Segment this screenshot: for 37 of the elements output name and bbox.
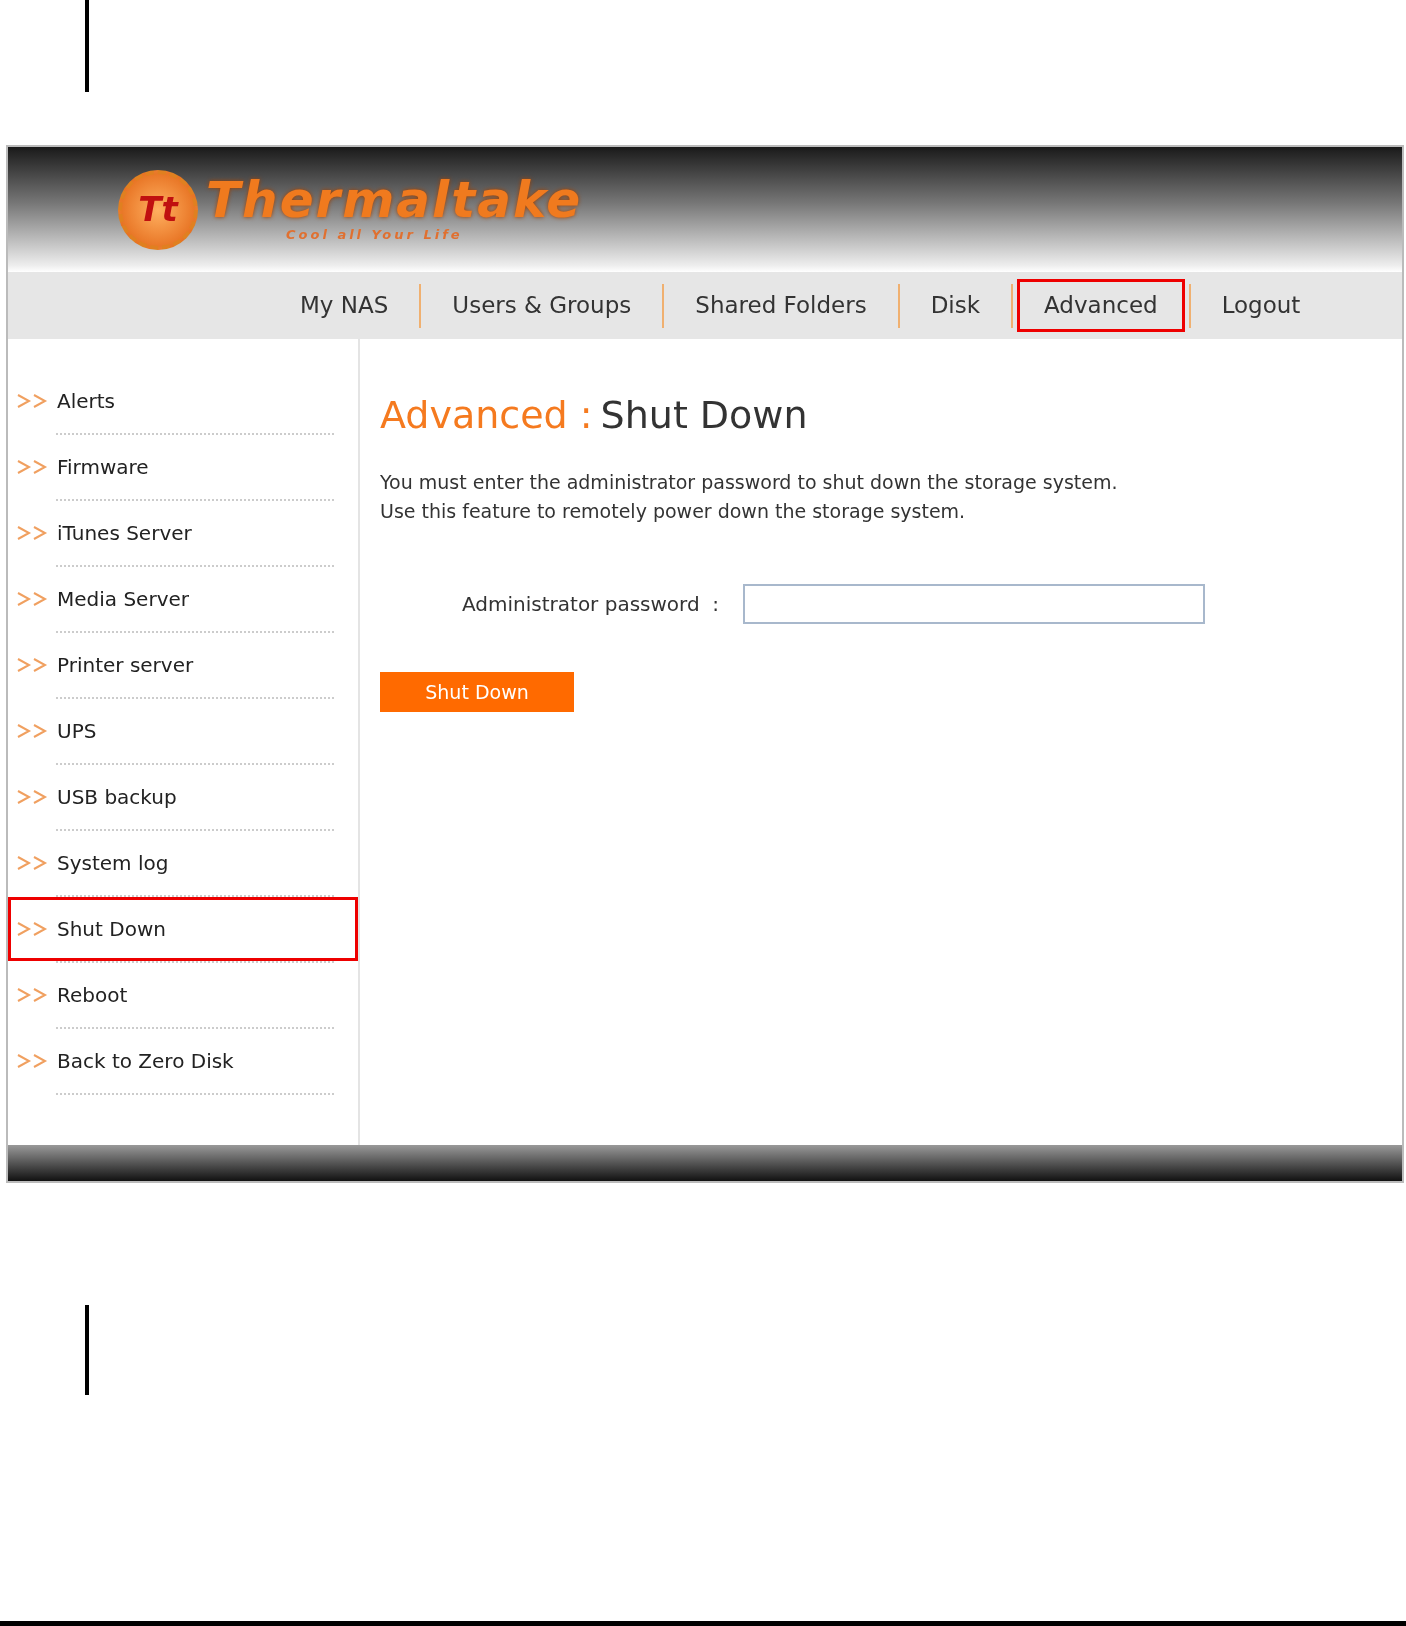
chevrons-icon	[17, 856, 49, 870]
password-field[interactable]	[743, 584, 1206, 624]
logo-mark: Tt	[118, 169, 198, 250]
chevrons-icon	[17, 724, 49, 738]
sidebar-item[interactable]: Alerts	[8, 369, 358, 433]
logo-tagline: Cool all Your Life	[286, 225, 464, 244]
description-text: Use this feature to remotely power down the storage system.	[380, 499, 967, 524]
sidebar-item[interactable]: USB backup	[8, 765, 358, 829]
nav-tab[interactable]: My NAS	[273, 279, 416, 332]
chevrons-icon	[17, 790, 49, 804]
sidebar-item[interactable]: Back to Zero Disk	[8, 1029, 358, 1093]
chevrons-icon	[17, 460, 49, 474]
sidebar-item[interactable]: Media Server	[8, 567, 358, 631]
chevrons-icon	[17, 592, 49, 606]
nav-tab[interactable]: Logout	[1194, 279, 1328, 332]
chevrons-icon	[17, 658, 49, 672]
sidebar-item[interactable]: Firmware	[8, 435, 358, 499]
logo-text: Thermaltake	[206, 174, 583, 225]
description-text: You must enter the administrator password to shut down the storage system.	[380, 470, 1119, 495]
sidebar-item[interactable]: Shut Down	[8, 897, 358, 961]
sidebar-item[interactable]: Printer server	[8, 633, 358, 697]
nav-tab[interactable]: Users & Groups	[425, 279, 659, 332]
sidebar-item[interactable]: System log	[8, 831, 358, 895]
chevrons-icon	[17, 1054, 49, 1068]
sidebar-item[interactable]: Reboot	[8, 963, 358, 1027]
field-label: Administrator password :	[462, 591, 720, 618]
chevrons-icon	[17, 988, 49, 1002]
section-title: Advanced :	[380, 392, 593, 439]
nav-tab[interactable]: Disk	[903, 279, 1008, 332]
sidebar-item[interactable]: UPS	[8, 699, 358, 763]
chevrons-icon	[17, 922, 49, 936]
sidebar-item[interactable]: iTunes Server	[8, 501, 358, 565]
chevrons-icon	[17, 394, 49, 408]
chevrons-icon	[17, 526, 49, 540]
page-title: Shut Down	[600, 392, 808, 439]
nav-tab[interactable]: Advanced	[1017, 279, 1185, 332]
nav-tab[interactable]: Shared Folders	[668, 279, 894, 332]
